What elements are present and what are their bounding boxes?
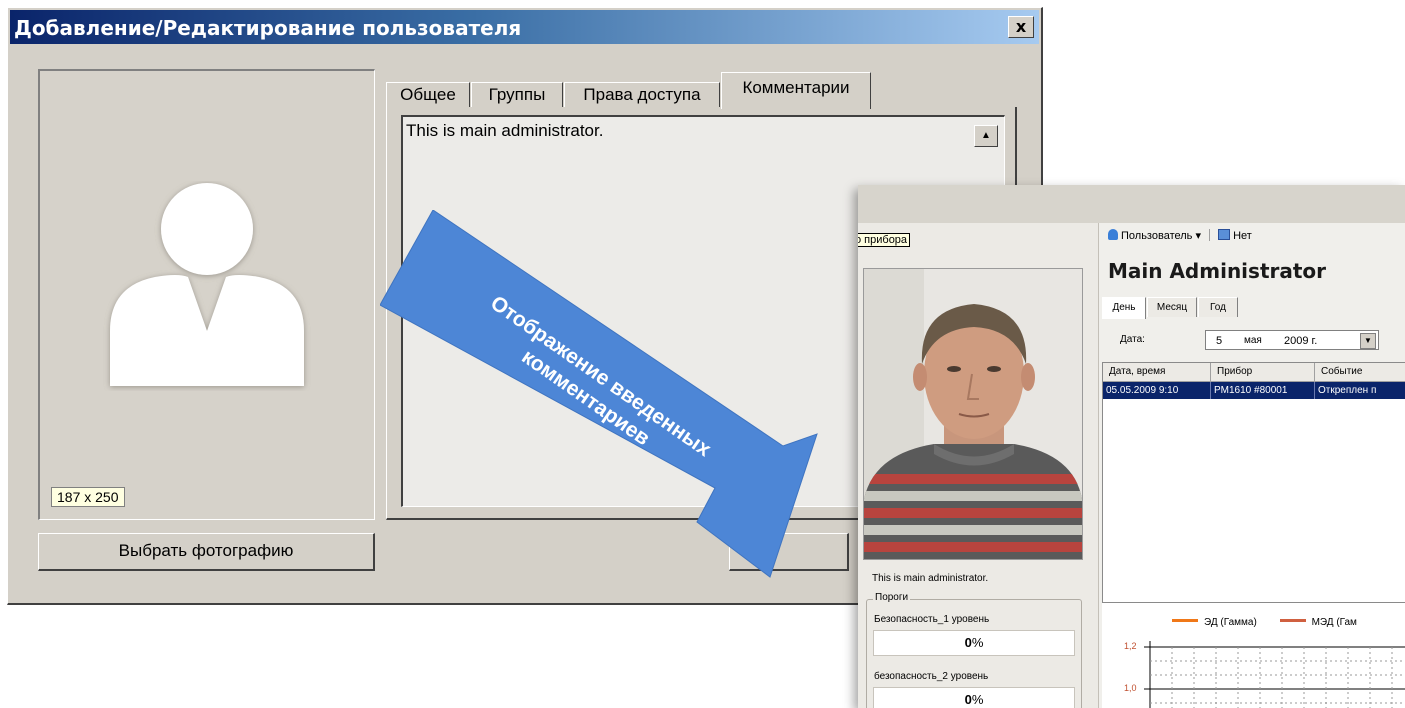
tab-access-rights[interactable]: Права доступа [564, 82, 720, 108]
title-bar[interactable]: Добавление/Редактирование пользователя x [10, 10, 1039, 44]
choose-photo-button[interactable]: Выбрать фотографию [38, 533, 375, 571]
thresholds-title: Пороги [873, 592, 911, 603]
table-header: Дата, время Прибор Событие [1103, 363, 1405, 382]
toolbar-separator [1209, 229, 1211, 241]
photo-size-label: 187 x 250 [51, 487, 125, 507]
user-menu[interactable]: Пользователь ▾ Нет [1108, 229, 1252, 242]
comment-text: This is main administrator. [406, 121, 604, 140]
chevron-down-icon[interactable]: ▼ [1360, 333, 1376, 349]
tab-groups[interactable]: Группы [471, 82, 563, 108]
user-photo-image [864, 269, 1082, 559]
threshold-1-value: 0% [873, 630, 1075, 656]
col-datetime[interactable]: Дата, время [1103, 363, 1211, 381]
none-label: Нет [1233, 230, 1252, 242]
inset-screenshot: This is main administrator. Пороги Безоп… [858, 185, 1405, 708]
table-cell: 05.05.2009 9:10 [1103, 382, 1211, 399]
dose-chart: ЭД (Гамма) МЭД (Гам 1,2 1,0 [1102, 602, 1405, 708]
tab-month[interactable]: Месяц [1147, 297, 1197, 317]
date-day: 5 [1216, 335, 1223, 347]
scroll-up-button[interactable]: ▲ [974, 125, 998, 147]
tab-year[interactable]: Год [1198, 297, 1238, 317]
user-placeholder-icon [110, 183, 304, 386]
dropdown-arrow-icon: ▾ [1195, 230, 1201, 242]
user-photo [863, 268, 1083, 560]
threshold-2-value: 0% [873, 687, 1075, 708]
user-icon [1108, 229, 1118, 240]
close-button[interactable]: x [1008, 16, 1034, 38]
close-icon: x [1015, 17, 1027, 36]
none-icon [1218, 229, 1231, 240]
user-menu-label: Пользователь [1121, 230, 1193, 242]
inset-left-panel: This is main administrator. Пороги Безоп… [858, 223, 1099, 708]
col-device[interactable]: Прибор [1211, 363, 1315, 381]
inset-comment: This is main administrator. [872, 573, 989, 584]
chart-grid [1144, 641, 1405, 708]
photo-frame: 187 x 250 [38, 69, 375, 520]
device-tooltip: о прибора [858, 233, 911, 247]
date-month: мая [1244, 335, 1262, 346]
date-label: Дата: [1120, 334, 1145, 345]
dialog-title: Добавление/Редактирование пользователя [14, 16, 522, 40]
date-year: 2009 г. [1284, 335, 1318, 347]
col-event[interactable]: Событие [1315, 363, 1405, 381]
date-picker[interactable]: 5 мая 2009 г. ▼ [1205, 330, 1379, 350]
threshold-2-label: безопасность_2 уровень [874, 671, 989, 682]
threshold-1-label: Безопасность_1 уровень [874, 614, 990, 625]
tab-general[interactable]: Общее [386, 82, 470, 108]
thresholds-group: Пороги Безопасность_1 уровень 0% безопас… [866, 592, 1082, 708]
tab-comments[interactable]: Комментарии [721, 72, 871, 109]
inset-toolbar [858, 185, 1405, 223]
table-cell: PM1610 #80001 [1211, 382, 1315, 399]
table-row[interactable]: 05.05.2009 9:10 PM1610 #80001 Откреплен … [1103, 382, 1405, 399]
table-cell: Откреплен п [1315, 382, 1405, 399]
user-name-heading: Main Administrator [1108, 259, 1327, 283]
scroll-up-arrow-icon: ▲ [981, 130, 991, 141]
tab-day[interactable]: День [1102, 297, 1146, 319]
events-table: Дата, время Прибор Событие 05.05.2009 9:… [1102, 362, 1405, 604]
